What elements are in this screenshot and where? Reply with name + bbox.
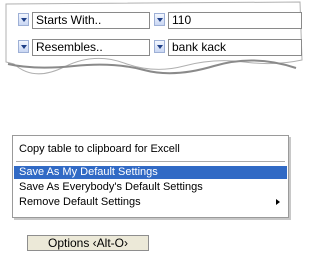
menu-item-copy-to-clipboard[interactable]: Copy table to clipboard for Excell <box>14 143 287 156</box>
chevron-down-icon <box>156 44 163 49</box>
operator-select[interactable]: Resembles.. <box>32 39 150 56</box>
filter-rows-clip: Starts With.. 110 Resembles.. bank kack <box>4 0 304 78</box>
submenu-arrow-icon <box>276 199 280 205</box>
menu-item-label: Remove Default Settings <box>19 196 141 208</box>
menu-separator <box>16 161 285 162</box>
menu-item-remove-default[interactable]: Remove Default Settings <box>14 196 287 209</box>
chevron-down-icon <box>156 17 163 22</box>
operator-dropdown-button[interactable] <box>18 40 29 53</box>
context-menu: Copy table to clipboard for Excell Save … <box>12 135 289 218</box>
chevron-down-icon <box>20 44 27 49</box>
menu-item-save-everybody-default[interactable]: Save As Everybody's Default Settings <box>14 181 287 194</box>
value-input[interactable]: 110 <box>168 12 302 29</box>
filter-row: Resembles.. bank kack <box>18 39 302 56</box>
value-dropdown-button[interactable] <box>154 13 165 26</box>
operator-dropdown-button[interactable] <box>18 13 29 26</box>
menu-item-save-my-default[interactable]: Save As My Default Settings <box>14 166 287 179</box>
value-dropdown-button[interactable] <box>154 40 165 53</box>
chevron-down-icon <box>20 17 27 22</box>
options-button[interactable]: Options ‹Alt-O› <box>27 235 149 251</box>
value-input[interactable]: bank kack <box>168 39 302 56</box>
filter-row: Starts With.. 110 <box>18 12 302 29</box>
operator-select[interactable]: Starts With.. <box>32 12 150 29</box>
